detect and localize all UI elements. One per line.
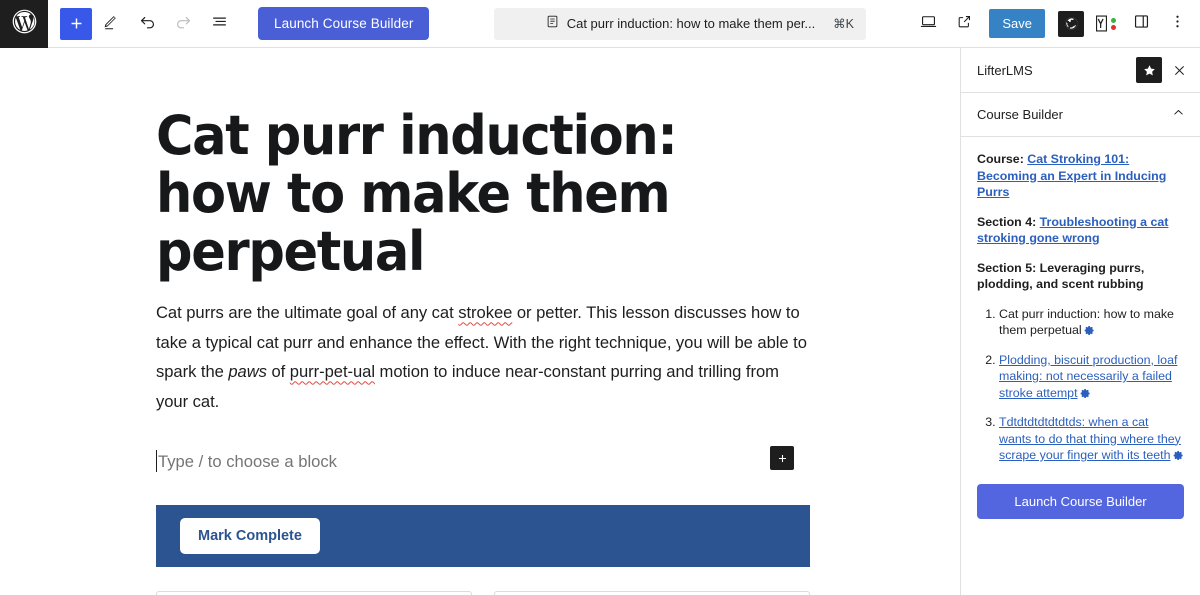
mark-complete-button[interactable]: Mark Complete (180, 518, 320, 555)
close-icon[interactable] (1166, 57, 1192, 83)
redo-button[interactable] (166, 7, 200, 41)
text-caret (156, 450, 157, 473)
undo-icon (138, 12, 157, 36)
toolbar-right-group: Save (911, 7, 1194, 41)
course-meta-line: Course: Cat Stroking 101: Becoming an Ex… (977, 151, 1184, 201)
yoast-seo-icon[interactable] (1093, 14, 1116, 33)
course-builder-panel-header[interactable]: Course Builder (961, 93, 1200, 137)
star-pin-icon[interactable] (1136, 57, 1162, 83)
gear-icon[interactable] (1080, 387, 1091, 404)
command-bar-title: Cat purr induction: how to make them per… (566, 16, 816, 31)
paragraph-text-part-3: of (266, 362, 290, 382)
list-item: Tdtdtdtdtdtdtds: when a cat wants to do … (999, 414, 1184, 466)
empty-paragraph-block[interactable]: Type / to choose a block (156, 446, 810, 476)
next-lesson-card[interactable]: Next Lesson Plodding, biscuit production… (494, 591, 810, 595)
launch-course-builder-sidebar-button[interactable]: Launch Course Builder (977, 483, 1184, 519)
external-link-icon (956, 13, 973, 35)
misspelled-word-purr-pet-ual: purr-pet-ual (289, 362, 375, 382)
gear-icon[interactable] (1173, 449, 1184, 466)
tools-pencil-button[interactable] (94, 7, 128, 41)
chevron-up-icon (1171, 105, 1186, 125)
editor-toolbar: Launch Course Builder Cat purr induction… (0, 0, 1200, 48)
document-icon (545, 14, 560, 34)
toolbar-left-group: Launch Course Builder (48, 7, 430, 41)
lesson-link[interactable]: Tdtdtdtdtdtdtds: when a cat wants to do … (999, 415, 1181, 462)
course-builder-panel-body: Course: Cat Stroking 101: Becoming an Ex… (961, 137, 1200, 519)
lesson-paragraph[interactable]: Cat purrs are the ultimate goal of any c… (156, 298, 810, 416)
more-options-button[interactable] (1160, 7, 1194, 41)
editor-body: Cat purr induction: how to make them per… (0, 48, 1200, 595)
lesson-list: Cat purr induction: how to make them per… (977, 306, 1184, 466)
plugin-badge-icon[interactable] (1058, 10, 1084, 37)
view-post-button[interactable] (947, 7, 981, 41)
pencil-icon (102, 12, 121, 36)
italic-word-paws: paws (228, 362, 267, 382)
course-prefix: Course: (977, 152, 1028, 166)
sidebar-title: LifterLMS (977, 62, 1033, 78)
list-view-button[interactable] (202, 7, 236, 41)
wordpress-logo-icon (11, 8, 38, 40)
sidebar-header: LifterLMS (961, 48, 1200, 93)
yoast-status-dots (1111, 17, 1116, 30)
undo-button[interactable] (130, 7, 164, 41)
post-title[interactable]: Cat purr induction: how to make them per… (156, 107, 774, 280)
course-builder-panel-label: Course Builder (977, 107, 1063, 122)
sidebar-toggle-icon (1132, 12, 1151, 36)
save-button[interactable]: Save (989, 9, 1045, 38)
settings-sidebar-toggle[interactable] (1124, 7, 1158, 41)
mark-complete-bar: Mark Complete (156, 505, 810, 568)
command-bar-shortcut: ⌘K (833, 17, 854, 31)
gear-icon[interactable] (1084, 324, 1095, 341)
wordpress-logo-button[interactable] (0, 0, 48, 48)
editor-canvas: Cat purr induction: how to make them per… (0, 48, 960, 595)
list-item: Cat purr induction: how to make them per… (999, 306, 1184, 341)
section4-meta-line: Section 4: Troubleshooting a cat strokin… (977, 214, 1184, 247)
lifterlms-sidebar: LifterLMS Course Builder Course: Cat Str… (960, 48, 1200, 595)
post-content: Cat purr induction: how to make them per… (156, 48, 810, 595)
previous-lesson-card[interactable]: Previous Lesson Injuries resulting from … (156, 591, 472, 595)
list-view-icon (210, 12, 229, 36)
lesson-navigation: Previous Lesson Injuries resulting from … (156, 591, 810, 595)
block-inserter-button[interactable] (770, 446, 794, 471)
block-placeholder: Type / to choose a block (158, 451, 337, 471)
command-bar[interactable]: Cat purr induction: how to make them per… (494, 7, 866, 40)
section4-prefix: Section 4: (977, 214, 1040, 229)
redo-icon (174, 12, 193, 36)
list-item: Plodding, biscuit production, loaf makin… (999, 352, 1184, 404)
more-options-icon (1168, 12, 1187, 36)
paragraph-text-part-1: Cat purrs are the ultimate goal of any c… (156, 303, 459, 323)
misspelled-word-strokee: strokee (458, 303, 513, 323)
add-block-button[interactable] (60, 7, 92, 40)
launch-course-builder-toolbar-button[interactable]: Launch Course Builder (258, 7, 430, 40)
section5-meta-line: Section 5: Leveraging purrs, plodding, a… (977, 260, 1145, 292)
device-preview-icon (919, 12, 938, 36)
preview-button[interactable] (911, 7, 945, 41)
